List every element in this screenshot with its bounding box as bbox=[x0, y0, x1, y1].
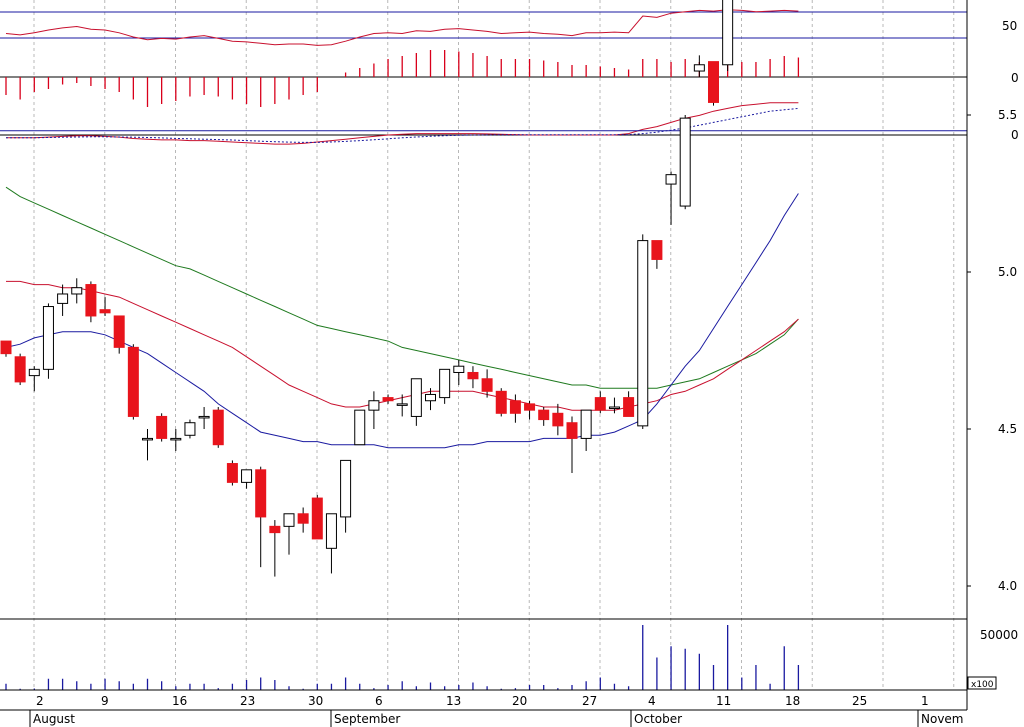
x-tick-label: 1 bbox=[921, 694, 929, 708]
candle-body bbox=[679, 117, 691, 207]
volume-tick-label: 50000 bbox=[980, 628, 1018, 642]
x-tick-label: 13 bbox=[446, 694, 461, 708]
x-tick-label: 11 bbox=[716, 694, 731, 708]
x-tick-label: 27 bbox=[582, 694, 597, 708]
candle-body bbox=[269, 525, 281, 534]
candle-body bbox=[184, 422, 196, 436]
x-tick-label: 16 bbox=[172, 694, 187, 708]
candle-body bbox=[651, 240, 663, 260]
candle-body bbox=[297, 513, 309, 524]
candle-body bbox=[85, 284, 97, 317]
price-tick-label: 5.5 bbox=[998, 108, 1017, 122]
price-tick-label: 5.0 bbox=[998, 265, 1017, 279]
x-tick-label: 18 bbox=[785, 694, 800, 708]
candle-body bbox=[241, 469, 253, 483]
candle-body bbox=[156, 415, 168, 439]
candle-body bbox=[637, 240, 649, 427]
candle-body bbox=[439, 368, 451, 399]
candle-body bbox=[255, 469, 267, 518]
candle-body bbox=[311, 497, 323, 540]
candle-body bbox=[538, 409, 550, 421]
price-tick-label: 4.5 bbox=[998, 422, 1017, 436]
candle-body bbox=[368, 400, 380, 411]
candle-body bbox=[226, 463, 238, 483]
stock-chart: 50004.04.55.05.56.050000x100291623306132… bbox=[0, 0, 1024, 727]
month-label: September bbox=[334, 712, 400, 726]
candle-body bbox=[57, 293, 69, 304]
candle-body bbox=[14, 356, 26, 383]
macd-tick-label: 0 bbox=[1011, 128, 1019, 142]
month-label: October bbox=[634, 712, 682, 726]
candle-body bbox=[198, 415, 210, 419]
candle-body bbox=[354, 409, 366, 446]
candle-body bbox=[325, 513, 337, 549]
x-tick-label: 4 bbox=[648, 694, 656, 708]
candle-body bbox=[722, 0, 734, 66]
candle-body bbox=[142, 437, 153, 441]
x-tick-label: 30 bbox=[308, 694, 323, 708]
candle-body bbox=[580, 409, 592, 439]
candle-body bbox=[524, 403, 536, 411]
candle-body bbox=[693, 64, 705, 72]
candle-body bbox=[410, 378, 422, 417]
price-tick-label: 4.0 bbox=[998, 579, 1017, 593]
candle-body bbox=[665, 174, 677, 185]
candle-body bbox=[127, 346, 139, 417]
candle-body bbox=[453, 365, 465, 373]
candle-body bbox=[28, 368, 40, 377]
candle-body bbox=[623, 397, 635, 417]
candle-body bbox=[594, 397, 606, 411]
candle-body bbox=[0, 340, 12, 355]
month-label: Novem bbox=[921, 712, 964, 726]
candle-body bbox=[42, 306, 54, 370]
volume-unit-label: x100 bbox=[971, 680, 994, 690]
candle-body bbox=[495, 390, 507, 414]
candle-body bbox=[608, 406, 620, 410]
candle-body bbox=[509, 400, 521, 414]
x-tick-label: 20 bbox=[512, 694, 527, 708]
x-tick-label: 25 bbox=[852, 694, 867, 708]
rsi-tick-label: 50 bbox=[1002, 19, 1017, 33]
candle-body bbox=[71, 287, 83, 295]
candle-body bbox=[467, 371, 479, 380]
candle-body bbox=[708, 61, 719, 103]
hist-tick-label: 0 bbox=[1011, 71, 1019, 85]
candle-body bbox=[425, 393, 436, 402]
x-tick-label: 6 bbox=[375, 694, 383, 708]
candle-body bbox=[212, 409, 224, 446]
month-label: August bbox=[33, 712, 75, 726]
candle-body bbox=[170, 437, 182, 441]
candle-body bbox=[552, 412, 564, 427]
candle-body bbox=[113, 315, 125, 348]
candle-body bbox=[340, 459, 352, 518]
candle-body bbox=[396, 403, 408, 406]
x-tick-label: 2 bbox=[36, 694, 44, 708]
candle-body bbox=[566, 422, 578, 439]
candle-body bbox=[99, 309, 111, 314]
candle-body bbox=[283, 513, 295, 527]
candle-body bbox=[481, 378, 493, 392]
x-tick-label: 9 bbox=[101, 694, 109, 708]
candle-body bbox=[382, 397, 394, 402]
x-tick-label: 23 bbox=[240, 694, 255, 708]
